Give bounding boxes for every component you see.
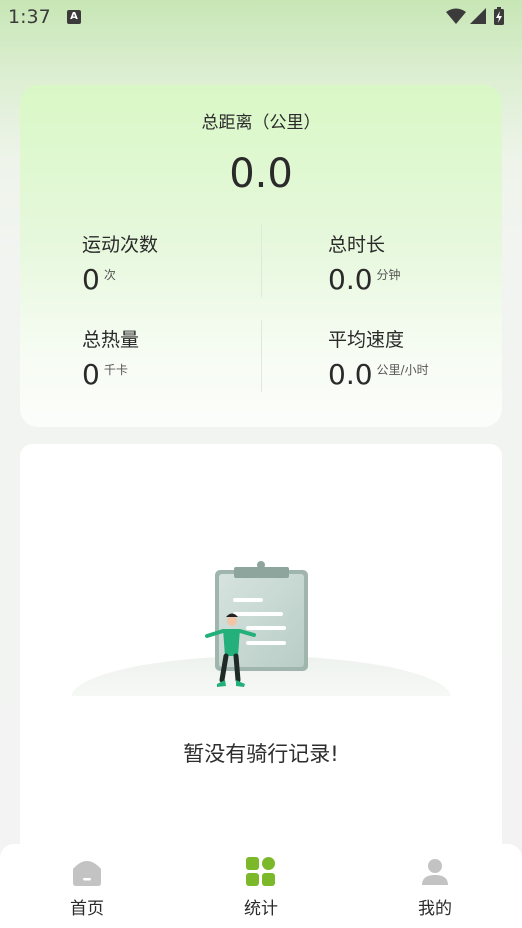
grid-icon	[246, 857, 275, 886]
stat-value: 0	[82, 358, 100, 391]
empty-clipboard-illustration	[70, 561, 452, 706]
total-distance-value: 0.0	[229, 151, 293, 197]
stat-unit: 公里/小时	[376, 363, 429, 377]
empty-records-card: 暂没有骑行记录!	[20, 444, 502, 864]
stat-total-duration: 总时长 0.0 分钟	[328, 230, 401, 296]
nav-label: 首页	[70, 899, 104, 919]
notification-a-icon: A	[67, 10, 81, 24]
divider	[261, 225, 262, 297]
stat-label: 总时长	[328, 234, 386, 256]
status-bar: 1:37 A	[0, 0, 522, 36]
stat-workout-count: 运动次数 0次	[82, 230, 158, 296]
total-distance-label: 总距离（公里）	[201, 113, 321, 133]
status-time: 1:37	[8, 6, 51, 28]
nav-item-profile[interactable]: 我的	[348, 844, 522, 928]
stat-unit: 千卡	[103, 363, 128, 377]
stat-label: 平均速度	[328, 329, 405, 351]
stat-value: 0	[82, 263, 100, 296]
nav-item-home[interactable]: 首页	[0, 844, 174, 928]
stat-value: 0.0	[328, 263, 373, 296]
nav-label: 我的	[418, 899, 452, 919]
divider	[261, 320, 262, 392]
bottom-nav: 首页 统计 我的	[0, 844, 522, 928]
stat-total-calories: 总热量 0 千卡	[82, 325, 139, 391]
stat-label: 运动次数	[82, 234, 159, 256]
signal-icon	[470, 8, 486, 24]
stat-label: 总热量	[82, 329, 140, 351]
stat-value: 0.0	[328, 358, 373, 391]
empty-state-message: 暂没有骑行记录!	[183, 742, 339, 766]
wifi-icon	[446, 8, 466, 24]
nav-label: 统计	[244, 899, 278, 919]
stat-unit: 次	[103, 268, 116, 282]
battery-icon	[494, 7, 504, 25]
stat-average-speed: 平均速度 0.0 公里/小时	[328, 325, 429, 391]
summary-card: 总距离（公里） 0.0 运动次数 0次 总时长 0.0 分钟 总热量 0 千卡 平均…	[20, 85, 502, 427]
nav-item-statistics[interactable]: 统计	[174, 844, 348, 928]
status-icons	[446, 7, 504, 25]
stat-unit: 分钟	[376, 268, 401, 282]
person-icon	[422, 859, 448, 885]
home-icon	[73, 861, 101, 886]
